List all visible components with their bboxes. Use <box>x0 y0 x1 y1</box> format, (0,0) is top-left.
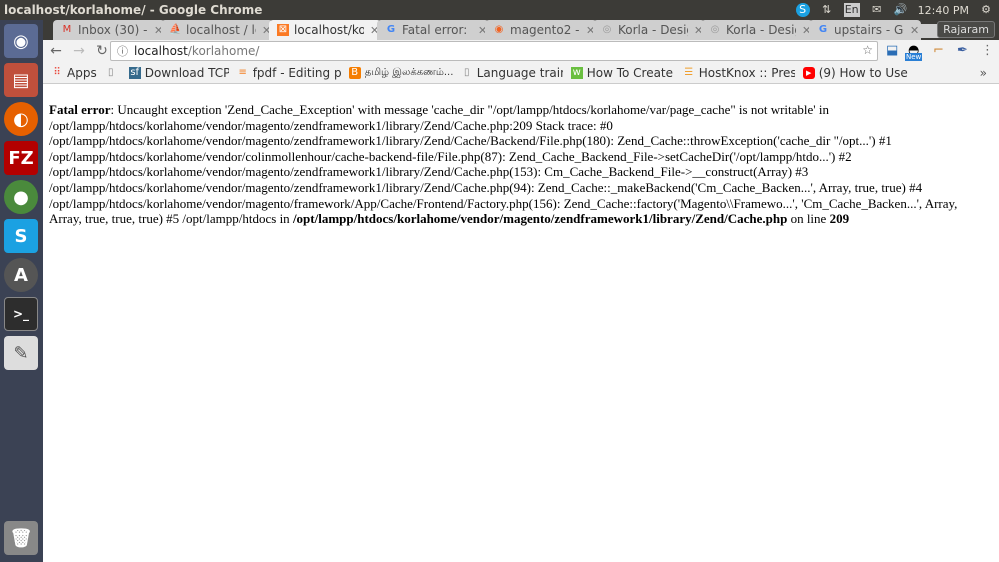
browser-chrome: MInbox (30) - r✕ ⛵localhost / lo✕ ⊠local… <box>43 20 999 84</box>
error-message: : Uncaught exception 'Zend_Cache_Excepti… <box>49 102 958 227</box>
page-content: Fatal error: Uncaught exception 'Zend_Ca… <box>49 102 958 227</box>
firefox-icon[interactable]: ◐ <box>4 102 38 136</box>
tab[interactable]: MInbox (30) - r✕ <box>53 20 165 40</box>
eyedropper-icon[interactable]: ✒ <box>957 43 968 58</box>
skype-launcher-icon[interactable]: S <box>4 219 38 253</box>
more-bookmarks-icon[interactable]: » <box>980 66 987 80</box>
blogger-icon: B <box>348 66 361 79</box>
files-icon[interactable]: ▤ <box>4 63 38 97</box>
korla-icon: ◎ <box>710 24 720 35</box>
tab-strip: MInbox (30) - r✕ ⛵localhost / lo✕ ⊠local… <box>43 20 999 40</box>
profile-button[interactable]: Rajaram <box>937 21 995 38</box>
software-updater-icon[interactable]: A <box>4 258 38 292</box>
magento-icon: ◉ <box>494 24 504 35</box>
extension-new-icon[interactable]: ◓ New <box>905 43 923 61</box>
bookmark-item[interactable]: ▶(9) How to Use ar <box>802 66 909 80</box>
bookmark-item[interactable]: B தமிழ் இலக்கணம்... <box>348 66 453 79</box>
filezilla-icon[interactable]: FZ <box>4 141 38 175</box>
window-title: localhost/korlahome/ - Google Chrome <box>4 3 263 17</box>
clock[interactable]: 12:40 PM <box>918 4 969 17</box>
skype-icon[interactable]: S <box>795 3 810 17</box>
bookmark-item[interactable]: w How To Create a <box>570 66 675 80</box>
error-file: /opt/lampp/htdocs/korlahome/vendor/magen… <box>292 211 788 227</box>
system-top-bar: localhost/korlahome/ - Google Chrome S ⇅… <box>0 0 999 20</box>
forward-icon[interactable]: → <box>69 43 89 59</box>
bookmark-item[interactable]: ▯Language trainin <box>461 66 563 80</box>
error-line: 209 <box>829 211 850 227</box>
tab[interactable]: GFatal error: U✕ <box>377 20 489 40</box>
tab-active[interactable]: ⊠ localhost/ko ✕ <box>269 20 381 40</box>
bookmark-item[interactable]: ≡fpdf - Editing pas <box>237 66 341 80</box>
google-icon: G <box>818 24 828 35</box>
sourceforge-icon: sf <box>128 66 141 79</box>
extension-icon[interactable]: ⬓ <box>886 43 898 58</box>
keyboard-language[interactable]: En <box>843 3 860 17</box>
error-label: Fatal error <box>49 102 111 117</box>
volume-icon[interactable]: 🔊 <box>894 3 908 17</box>
tab[interactable]: ◎ Korla - Desig ✕ <box>593 20 705 40</box>
trash-icon[interactable]: 🗑 <box>4 521 38 555</box>
text-editor-icon[interactable]: ✎ <box>4 336 38 370</box>
bookmark-item[interactable]: sfDownload TCPDF <box>128 66 229 80</box>
tab[interactable]: ⛵ localhost / lo ✕ <box>161 20 273 40</box>
address-bar[interactable]: ⓘ localhost/korlahome/ ☆ <box>110 41 878 61</box>
apps-icon: ⠿ <box>53 66 61 78</box>
page-icon: ▯ <box>107 66 114 78</box>
tab[interactable]: Gupstairs - Go ✕ <box>809 20 921 40</box>
toolbar: ← → ↻ ⓘ localhost/korlahome/ ☆ ⬓ ◓ New ⌐ … <box>43 40 999 62</box>
tab[interactable]: ◉magento2 - T✕ <box>485 20 597 40</box>
youtube-icon: ▶ <box>802 66 815 79</box>
system-tray: S ⇅ En ✉ 🔊 12:40 PM ⚙ <box>795 0 993 20</box>
unity-launcher: ◉ ▤ ◐ FZ ● S A >_ ✎ 🗑 <box>0 20 43 562</box>
stackoverflow-icon: ≡ <box>238 66 247 78</box>
reload-icon[interactable]: ↻ <box>92 43 112 59</box>
google-icon: G <box>386 24 396 35</box>
bookmark-apps[interactable]: ⠿ Apps <box>51 66 96 80</box>
chrome-icon[interactable]: ● <box>4 180 38 214</box>
bookmark-item[interactable]: ▯ <box>105 67 121 79</box>
ubuntu-dash-icon[interactable]: ◉ <box>4 24 38 58</box>
site-icon: w <box>570 66 583 79</box>
bookmark-star-icon[interactable]: ☆ <box>862 43 873 57</box>
korla-icon: ◎ <box>602 24 612 35</box>
terminal-icon[interactable]: >_ <box>4 297 38 331</box>
info-icon[interactable]: ⓘ <box>117 43 128 59</box>
power-gear-icon[interactable]: ⚙ <box>979 3 993 17</box>
back-icon[interactable]: ← <box>46 43 66 59</box>
mail-icon[interactable]: ✉ <box>870 3 884 17</box>
extension-icon[interactable]: ⌐ <box>933 43 944 58</box>
hostknox-icon: ☰ <box>684 66 694 78</box>
network-icon[interactable]: ⇅ <box>820 3 834 17</box>
gmail-icon: M <box>62 24 72 35</box>
tab[interactable]: ◎ Korla - Desig ✕ <box>701 20 813 40</box>
bookmarks-bar: ⠿Apps ▯ sfDownload TCPDF ≡fpdf - Editing… <box>43 62 999 84</box>
page-icon: ▯ <box>463 66 470 78</box>
bookmark-item[interactable]: ☰ HostKnox :: Prest <box>683 66 794 80</box>
xampp-icon: ⊠ <box>277 24 289 36</box>
menu-icon[interactable]: ⋮ <box>981 43 994 58</box>
phpmyadmin-icon: ⛵ <box>169 24 182 35</box>
